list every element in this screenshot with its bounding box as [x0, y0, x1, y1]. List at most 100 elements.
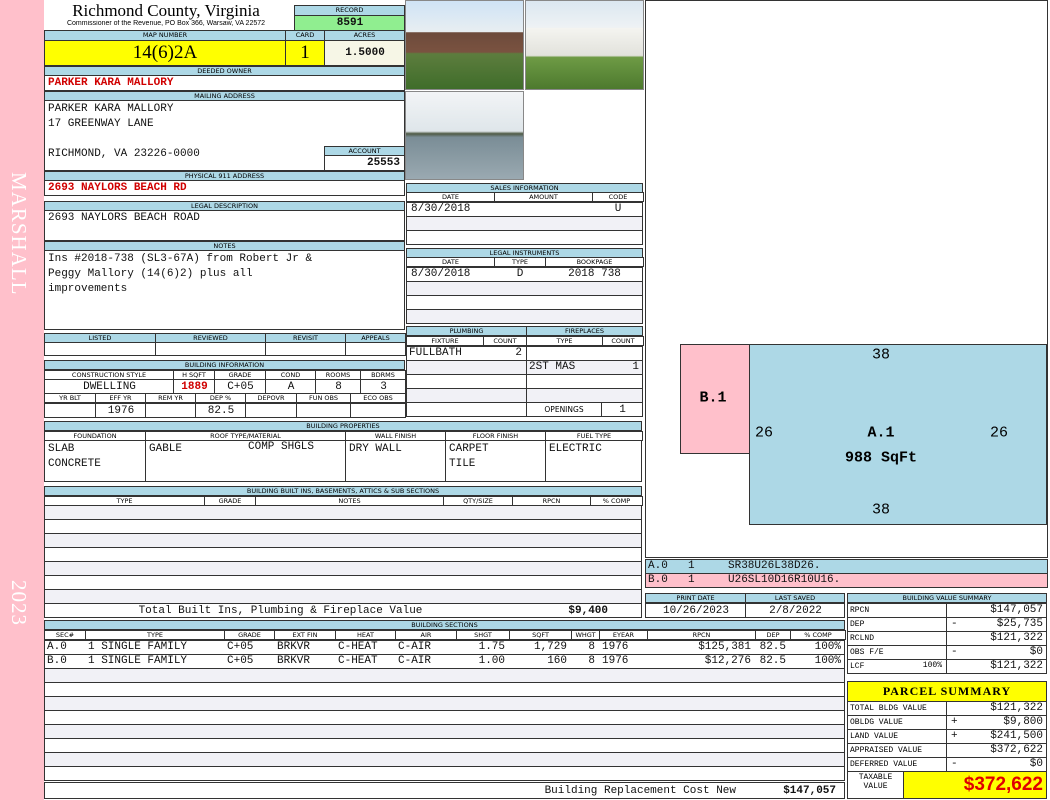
sections-header: SQFT	[509, 630, 572, 640]
section-cell: C-HEAT	[338, 641, 378, 653]
sections-header: TYPE	[85, 630, 225, 640]
section-blank-row	[44, 738, 845, 753]
commissioner-address: Commissioner of the Revenue, PO Box 366,…	[66, 20, 266, 27]
builtins-label: BUILDING BUILT INS, BASEMENTS, ATTICS & …	[44, 486, 642, 496]
legal-description-value: 2693 NAYLORS BEACH ROAD	[44, 210, 405, 241]
sale-code: U	[614, 203, 622, 215]
sections-header: SEC#	[44, 630, 86, 640]
building-info-header: DEPOVR	[245, 393, 297, 403]
building-info-value: DWELLING	[44, 379, 174, 394]
fireplace-count: 1	[632, 361, 639, 373]
building-info-value: A	[265, 379, 316, 394]
section-cell: 100%	[814, 655, 841, 667]
map-number-value: 14(6)2A	[44, 40, 286, 66]
section-cell: 8	[588, 655, 595, 667]
value-summary-value: $121,322	[990, 660, 1043, 672]
building-info-value	[145, 403, 196, 418]
section-cell: 82.5	[759, 641, 786, 653]
parcel-value: $0	[1029, 758, 1043, 770]
plumbing-row	[406, 402, 527, 417]
section-cell: C-AIR	[398, 641, 432, 653]
sections-header: SHGT	[456, 630, 510, 640]
sales-row	[406, 216, 643, 231]
builtins-row	[44, 533, 642, 548]
sketch-code-count: 1	[688, 574, 695, 586]
foundation-value: SLAB CONCRETE	[44, 440, 146, 482]
instruments-header: TYPE	[494, 257, 546, 267]
parcel-label: OBLDG VALUE	[847, 715, 947, 730]
value-summary-factor	[880, 617, 946, 631]
roof-material-value: COMP SHGLS	[248, 441, 315, 453]
value-summary-factor	[880, 631, 946, 645]
building-info-header: REM YR	[145, 393, 196, 403]
county-title: Richmond County, Virginia	[72, 2, 260, 20]
section-cell: 1.00	[478, 655, 505, 667]
section-cell: $12,276	[704, 655, 751, 667]
review-value	[265, 342, 346, 356]
instrument-row	[406, 281, 643, 296]
mailing-address-line	[45, 132, 320, 147]
fireplace-row	[526, 374, 643, 389]
parcel-value: $241,500	[990, 730, 1043, 742]
sections-header: HEAT	[335, 630, 396, 640]
account-number: 25553	[324, 155, 405, 171]
section-blank-row	[44, 752, 845, 767]
plumbing-count: 2	[515, 347, 522, 359]
plumbing-header: COUNT	[483, 336, 527, 346]
building-info-header: DEP %	[195, 393, 246, 403]
section-cell: 100%	[814, 641, 841, 653]
record-number: 8591	[294, 15, 405, 31]
openings-value: 1	[601, 402, 643, 417]
fireplace-row	[526, 388, 643, 403]
sections-header: WHGT	[571, 630, 600, 640]
parcel-value: $372,622	[990, 744, 1043, 756]
value-summary-value: $0	[1029, 646, 1043, 658]
building-info-label: BUILDING INFORMATION	[44, 360, 405, 370]
notes-value: Ins #2018-738 (SL3-67A) from Robert Jr &…	[44, 250, 405, 330]
taxable-value-label: TAXABLE VALUE	[847, 771, 904, 799]
deeded-owner-value: PARKER KARA MALLORY	[44, 75, 405, 91]
instrument-date: 8/30/2018	[411, 268, 471, 280]
section-cell: A.0	[47, 641, 67, 653]
building-value-summary-label: BUILDING VALUE SUMMARY	[847, 593, 1047, 603]
section-cell: 160	[547, 655, 567, 667]
building-info-value: 8	[315, 379, 361, 394]
fireplaces-header: TYPE	[526, 336, 603, 346]
wall-finish-value: DRY WALL	[345, 440, 446, 482]
sketch-code-count: 1	[688, 560, 695, 572]
building-info-value	[296, 403, 351, 418]
fireplace-row	[526, 346, 643, 361]
sections-header: DEP	[755, 630, 791, 640]
sections-header: GRADE	[224, 630, 275, 640]
sections-header: EYEAR	[599, 630, 648, 640]
section-cell: 1,729	[533, 641, 567, 653]
building-properties-label: BUILDING PROPERTIES	[44, 421, 642, 431]
floor-finish-value: CARPET TILE	[445, 440, 546, 482]
builtins-total-value: $9,400	[568, 605, 608, 617]
section-blank-row	[44, 710, 845, 725]
last-saved-label: LAST SAVED	[745, 593, 845, 603]
sketch-code-path: U26SL10D16R10U16.	[728, 574, 841, 586]
value-summary-factor: 100%	[922, 661, 942, 670]
section-cell: 1976	[602, 655, 629, 667]
sales-header: AMOUNT	[494, 192, 593, 202]
section-cell: C+05	[227, 655, 254, 667]
section-cell: 1 SINGLE FAMILY	[88, 655, 188, 667]
mailing-address-line: PARKER KARA MALLORY	[48, 103, 174, 115]
building-info-value: 3	[360, 379, 406, 394]
builtins-row	[44, 589, 642, 604]
plumbing-row	[406, 360, 527, 375]
sales-header: CODE	[592, 192, 644, 202]
fuel-type-value: ELECTRIC	[545, 440, 642, 482]
sections-header: EXT FIN	[274, 630, 336, 640]
plumbing-row	[406, 374, 527, 389]
building-info-header: YR BLT	[44, 393, 96, 403]
section-cell: BRKVR	[277, 655, 311, 667]
review-value	[345, 342, 406, 356]
openings-label: OPENINGS	[526, 402, 602, 417]
sale-date: 8/30/2018	[411, 203, 471, 215]
instrument-row	[406, 295, 643, 310]
fireplaces-label: FIREPLACES	[526, 326, 643, 336]
sales-row	[406, 230, 643, 245]
parcel-label: APPRAISED VALUE	[847, 743, 947, 758]
